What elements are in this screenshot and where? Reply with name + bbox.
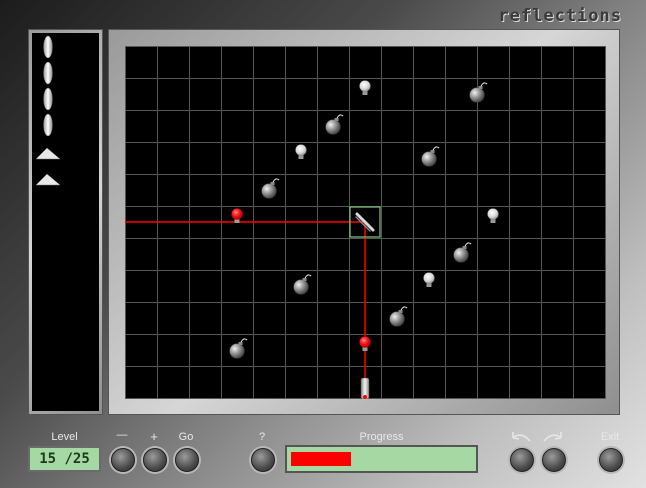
bomb-cap xyxy=(270,182,275,185)
bulb-glass xyxy=(359,336,371,348)
bulb-glass xyxy=(423,272,435,284)
exit-label: Exit xyxy=(600,431,620,443)
round-mirror-item[interactable] xyxy=(43,87,53,111)
plus-label: + xyxy=(150,429,158,444)
bulb xyxy=(423,272,435,287)
bomb-body xyxy=(421,151,437,167)
bulb-glass xyxy=(487,208,499,220)
bulb xyxy=(359,80,371,95)
level-label: Level xyxy=(51,431,78,443)
bomb-fuse xyxy=(272,178,280,183)
board-frame xyxy=(108,29,620,415)
bomb-cap xyxy=(334,118,339,121)
minus-button[interactable] xyxy=(111,448,135,472)
bomb-cap xyxy=(302,278,307,281)
bomb-cap xyxy=(478,86,483,89)
bulb xyxy=(487,208,499,223)
help-label: ? xyxy=(258,431,266,443)
bomb-fuse xyxy=(336,114,344,119)
brand-logo: reflections xyxy=(498,6,622,26)
lit-bulb xyxy=(359,336,371,351)
inventory-layer[interactable] xyxy=(32,33,101,413)
game-window: reflections Level 15 /25 — + Go ? Progre… xyxy=(0,0,646,488)
emitter-tip xyxy=(363,395,367,399)
mirror-inventory xyxy=(32,33,99,411)
undo-button[interactable] xyxy=(510,448,534,472)
inventory-frame xyxy=(28,29,103,415)
lit-bulb xyxy=(231,208,243,223)
minus-label: — xyxy=(116,429,128,441)
board-layer[interactable] xyxy=(125,46,606,399)
bomb-body xyxy=(389,311,405,327)
bomb-fuse xyxy=(480,82,488,87)
bomb xyxy=(293,274,312,295)
bomb-fuse xyxy=(240,338,248,343)
bulb-glass xyxy=(295,144,307,156)
flat-mirror-item[interactable] xyxy=(35,147,61,160)
bomb xyxy=(453,242,472,263)
redo-arrow-icon xyxy=(543,432,562,442)
bomb-cap xyxy=(398,310,403,313)
bomb-fuse xyxy=(400,306,408,311)
bomb-cap xyxy=(462,246,467,249)
level-display: 15 /25 xyxy=(28,446,101,472)
round-mirror-item[interactable] xyxy=(43,113,53,137)
round-mirror-item[interactable] xyxy=(43,61,53,85)
flat-mirror-item[interactable] xyxy=(35,173,61,186)
bomb xyxy=(421,146,440,167)
bomb-fuse xyxy=(464,242,472,247)
bulb xyxy=(295,144,307,159)
bomb xyxy=(325,114,344,135)
bomb-body xyxy=(293,279,309,295)
bomb-fuse xyxy=(304,274,312,279)
progress-bar xyxy=(285,445,478,473)
bomb-cap xyxy=(430,150,435,153)
progress-fill xyxy=(291,452,351,466)
go-label: Go xyxy=(178,431,194,443)
bomb xyxy=(389,306,408,327)
bomb-body xyxy=(261,183,277,199)
bomb xyxy=(261,178,280,199)
undo-arrow-icon xyxy=(512,432,531,442)
bulb-glass xyxy=(359,80,371,92)
plus-button[interactable] xyxy=(143,448,167,472)
bomb xyxy=(229,338,248,359)
go-button[interactable] xyxy=(175,448,199,472)
laser-beam xyxy=(125,221,366,390)
bomb-body xyxy=(229,343,245,359)
bomb-body xyxy=(469,87,485,103)
round-mirror-item[interactable] xyxy=(43,35,53,59)
help-button[interactable] xyxy=(251,448,275,472)
bomb-fuse xyxy=(432,146,440,151)
progress-label: Progress xyxy=(359,431,404,443)
bomb-body xyxy=(325,119,341,135)
redo-button[interactable] xyxy=(542,448,566,472)
game-board[interactable] xyxy=(125,46,606,399)
bomb-cap xyxy=(238,342,243,345)
bomb xyxy=(469,82,488,103)
exit-button[interactable] xyxy=(599,448,623,472)
bulb-glass xyxy=(231,208,243,220)
laser-emitter xyxy=(360,377,370,399)
bomb-body xyxy=(453,247,469,263)
